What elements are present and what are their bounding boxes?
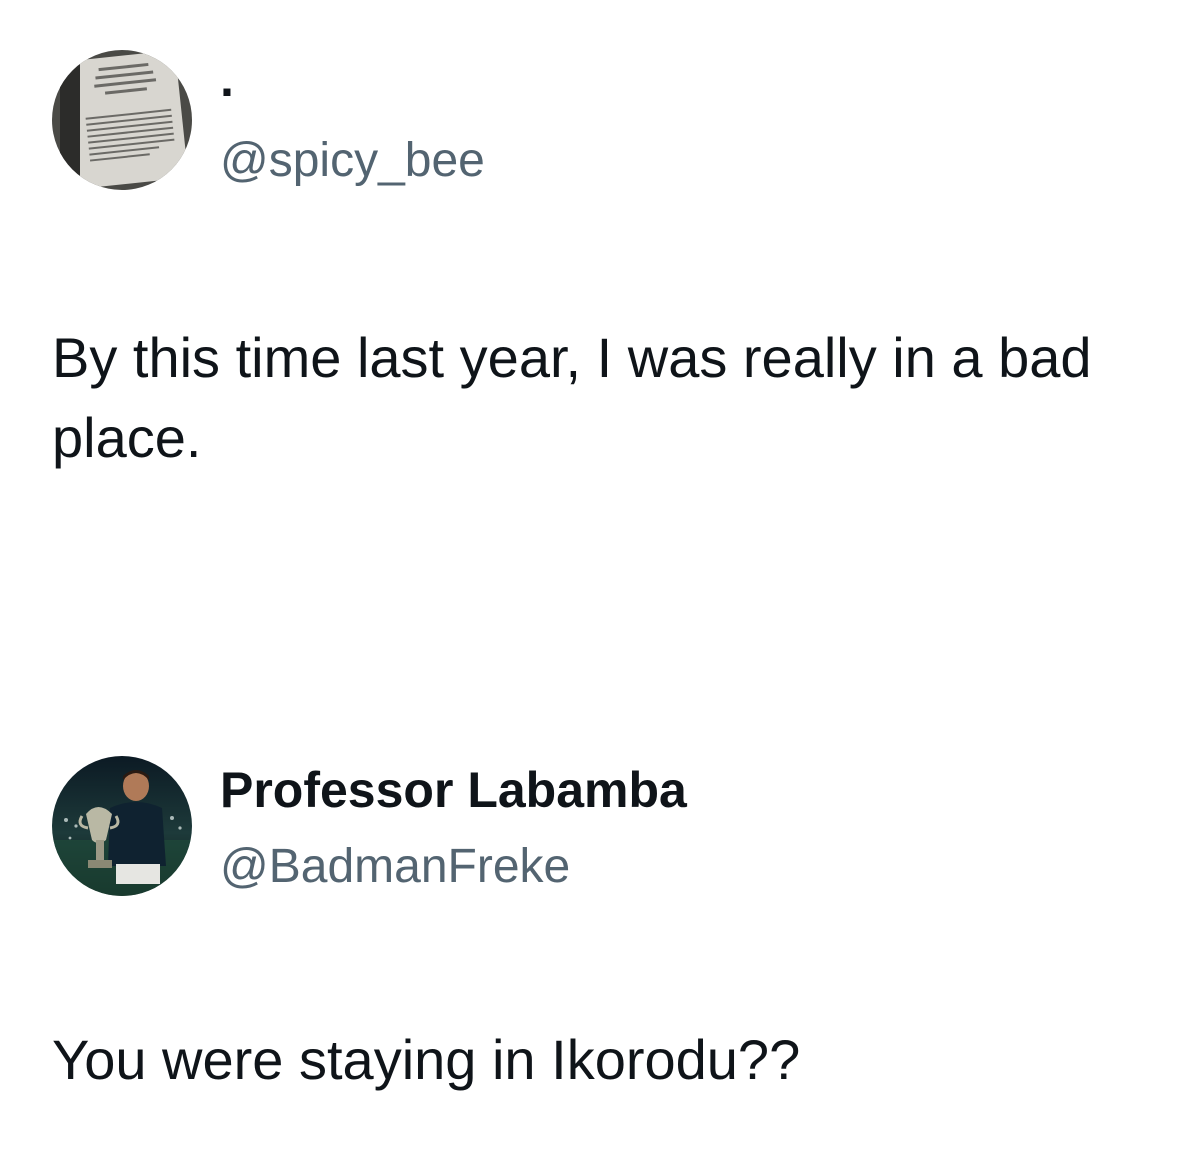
tweet-text: By this time last year, I was really in …	[52, 326, 1092, 469]
user-handle[interactable]: @BadmanFreke	[220, 838, 570, 896]
tweet-text: You were staying in Ikorodu??	[52, 1028, 801, 1091]
tweet-original: · @spicy_bee By this time last year, I w…	[0, 0, 1200, 560]
avatar-trophy-photo	[52, 756, 192, 896]
avatar-spicy-bee[interactable]	[52, 50, 192, 190]
user-handle[interactable]: @spicy_bee	[220, 132, 485, 190]
avatar-badman-freke[interactable]	[52, 756, 192, 896]
display-name[interactable]: Professor Labamba	[220, 760, 687, 820]
display-name[interactable]: ·	[220, 62, 237, 122]
tweet-reply: Professor Labamba @BadmanFreke You were …	[0, 740, 1200, 1174]
avatar-book-image	[52, 50, 192, 190]
